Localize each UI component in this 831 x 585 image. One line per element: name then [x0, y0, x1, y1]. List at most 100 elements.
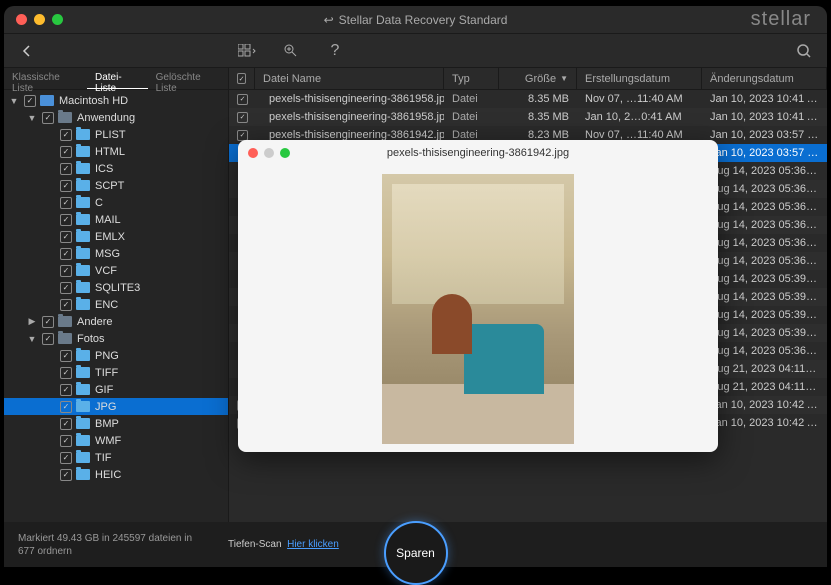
file-checkbox[interactable]: [237, 94, 248, 105]
tree-checkbox[interactable]: [60, 367, 72, 379]
preview-close-button[interactable]: [248, 148, 258, 158]
file-modified: Aug 14, 2023 05:36 PM: [702, 237, 827, 249]
preview-maximize-button[interactable]: [280, 148, 290, 158]
disclosure-icon[interactable]: ▼: [26, 113, 38, 123]
tree-checkbox[interactable]: [60, 248, 72, 260]
header-size[interactable]: Größe▼: [499, 68, 577, 89]
settings-icon[interactable]: [282, 42, 300, 60]
tree-item[interactable]: EMLX: [4, 228, 228, 245]
tree-item[interactable]: SCPT: [4, 177, 228, 194]
tree-checkbox[interactable]: [60, 452, 72, 464]
folder-tree[interactable]: ▼Macintosh HD▼AnwendungPLIST HTML ICSSCPT C…: [4, 90, 228, 522]
file-checkbox[interactable]: [237, 112, 248, 123]
disclosure-icon[interactable]: ▼: [8, 96, 20, 106]
tree-item[interactable]: MSG: [4, 245, 228, 262]
tree-checkbox[interactable]: [60, 435, 72, 447]
tree-checkbox[interactable]: [42, 112, 54, 124]
tree-label: C: [95, 197, 103, 209]
file-row[interactable]: pexels-thisisengineering-3861958.jpgDate…: [229, 90, 827, 108]
folder-icon: [58, 112, 72, 123]
preview-minimize-button[interactable]: [264, 148, 274, 158]
folder-icon: [76, 435, 90, 446]
tree-checkbox[interactable]: [60, 384, 72, 396]
folder-icon: [76, 401, 90, 412]
file-modified: Aug 14, 2023 05:39 PM: [702, 309, 827, 321]
tree-checkbox[interactable]: [60, 231, 72, 243]
tree-checkbox[interactable]: [60, 350, 72, 362]
folder-icon: [76, 367, 90, 378]
tree-item[interactable]: TIF: [4, 449, 228, 466]
disclosure-icon[interactable]: ▶: [26, 316, 38, 327]
tab-deleted[interactable]: Gelöschte Liste: [148, 68, 228, 89]
help-icon[interactable]: ?: [326, 42, 344, 60]
tree-item[interactable]: TIFF: [4, 364, 228, 381]
search-icon[interactable]: [795, 42, 813, 60]
maximize-button[interactable]: [52, 14, 63, 25]
tab-file[interactable]: Datei-Liste: [87, 68, 148, 89]
tree-item[interactable]: GIF: [4, 381, 228, 398]
tree-checkbox[interactable]: [60, 146, 72, 158]
tree-item[interactable]: SQLITE3: [4, 279, 228, 296]
tab-classic[interactable]: Klassische Liste: [4, 68, 87, 89]
tree-item[interactable]: PLIST: [4, 126, 228, 143]
minimize-button[interactable]: [34, 14, 45, 25]
tree-item[interactable]: C: [4, 194, 228, 211]
tree-checkbox[interactable]: [60, 197, 72, 209]
tree-item[interactable]: ICS: [4, 160, 228, 177]
header-name[interactable]: Datei Name: [255, 68, 444, 89]
folder-icon: [76, 248, 90, 259]
tree-item[interactable]: VCF: [4, 262, 228, 279]
header-modified[interactable]: Änderungsdatum: [702, 68, 827, 89]
file-size: 8.35 MB: [499, 111, 577, 123]
tree-item[interactable]: ▼Anwendung: [4, 109, 228, 126]
tree-checkbox[interactable]: [60, 418, 72, 430]
status-bar: Markiert 49.43 GB in 245597 dateien in 6…: [4, 522, 827, 567]
tree-checkbox[interactable]: [60, 401, 72, 413]
tree-checkbox[interactable]: [60, 163, 72, 175]
file-modified: Aug 14, 2023 05:36 PM: [702, 345, 827, 357]
tree-item[interactable]: PNG: [4, 347, 228, 364]
deep-scan-link[interactable]: Hier klicken: [287, 539, 339, 550]
tree-checkbox[interactable]: [60, 129, 72, 141]
tree-label: Andere: [77, 316, 112, 328]
tree-checkbox[interactable]: [60, 265, 72, 277]
preview-window[interactable]: pexels-thisisengineering-3861942.jpg: [238, 140, 718, 452]
tree-item[interactable]: MAIL: [4, 211, 228, 228]
save-button[interactable]: Sparen: [384, 521, 448, 585]
tree-checkbox[interactable]: [60, 282, 72, 294]
tree-item[interactable]: JPG: [4, 398, 228, 415]
file-row[interactable]: pexels-thisisengineering-3861958.jpgDate…: [229, 108, 827, 126]
folder-icon: [76, 265, 90, 276]
grid-view-icon[interactable]: [238, 42, 256, 60]
back-button[interactable]: [18, 42, 36, 60]
tree-label: HTML: [95, 146, 125, 158]
tree-item[interactable]: BMP: [4, 415, 228, 432]
tree-item[interactable]: ▼Fotos: [4, 330, 228, 347]
tree-label: EMLX: [95, 231, 125, 243]
tree-item[interactable]: HTML: [4, 143, 228, 160]
preview-image-area: [238, 166, 718, 452]
tree-checkbox[interactable]: [42, 333, 54, 345]
selection-status: Markiert 49.43 GB in 245597 dateien in 6…: [18, 532, 198, 558]
tree-item[interactable]: ▶ Andere: [4, 313, 228, 330]
header-type[interactable]: Typ: [444, 68, 499, 89]
file-checkbox[interactable]: [237, 130, 248, 141]
close-button[interactable]: [16, 14, 27, 25]
tree-checkbox[interactable]: [24, 95, 36, 107]
header-created[interactable]: Erstellungsdatum: [577, 68, 702, 89]
tree-checkbox[interactable]: [60, 299, 72, 311]
disclosure-icon[interactable]: ▼: [26, 334, 38, 344]
tree-item[interactable]: HEIC: [4, 466, 228, 483]
tree-item[interactable]: ENC: [4, 296, 228, 313]
file-modified: Jan 10, 2023 10:42 AM: [702, 399, 827, 411]
tree-item[interactable]: WMF: [4, 432, 228, 449]
folder-icon: [76, 452, 90, 463]
header-checkbox[interactable]: [229, 68, 255, 89]
tree-item[interactable]: ▼Macintosh HD: [4, 92, 228, 109]
tree-checkbox[interactable]: [60, 214, 72, 226]
tree-checkbox[interactable]: [42, 316, 54, 328]
tree-checkbox[interactable]: [60, 180, 72, 192]
preview-image: [382, 174, 574, 444]
tree-checkbox[interactable]: [60, 469, 72, 481]
file-modified: Aug 14, 2023 05:36 PM: [702, 183, 827, 195]
